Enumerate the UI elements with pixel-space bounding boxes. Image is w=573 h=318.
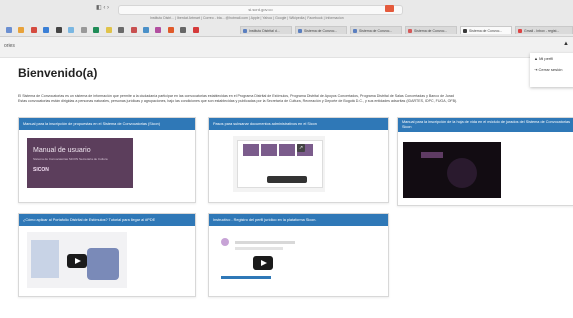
thumbnail-line [235, 247, 283, 250]
favicon-icon [518, 29, 522, 33]
thumbnail-subtitle: Sistema de Convocatorias SiCON Secretarí… [33, 157, 108, 161]
sidebar-toggle-icon[interactable]: ◧ ‹ › [96, 4, 109, 11]
video-card[interactable]: Pasos para subsanar documentos administr… [208, 117, 389, 203]
favicon-icon [298, 29, 302, 33]
tab-label: Sistema de Convoc... [469, 29, 503, 33]
extension-icon[interactable] [385, 5, 394, 12]
logout-label: Cerrar sesión [538, 67, 563, 72]
bookmarks-bar[interactable]: Instituto Distri... | Iberdat Artmart | … [150, 16, 344, 20]
video-card[interactable]: Instructivo - Registro del perfil jurídi… [208, 213, 389, 297]
play-button-icon[interactable] [253, 256, 273, 270]
video-thumbnail[interactable]: Manual de usuario Sistema de Convocatori… [27, 138, 133, 188]
card-title[interactable]: Instructivo - Registro del perfil jurídi… [209, 214, 388, 226]
video-card[interactable]: ¿Cómo aplicar al Portafolio Distrital de… [18, 213, 196, 297]
tab-label: Instituto Distrital d... [249, 29, 280, 33]
user-dropdown-menu: ▲ Mi perfil ⇥ Cerrar sesión [530, 53, 573, 87]
card-title[interactable]: Pasos para subsanar documentos administr… [209, 118, 388, 130]
favicon-icon [243, 29, 247, 33]
thumbnail-text-block [421, 152, 443, 158]
card-title[interactable]: Manual para la inscripción de propuestas… [19, 118, 195, 130]
thumbnail-logo [221, 238, 229, 246]
breadcrumb[interactable]: ories [4, 43, 15, 49]
favicon-icon [353, 29, 357, 33]
my-profile-label: Mi perfil [539, 56, 554, 61]
browser-tab[interactable]: Instituto Distrital d... [240, 26, 292, 34]
browser-tab[interactable]: Sistema de Convoc... [405, 26, 457, 34]
preview-block [261, 144, 277, 156]
thumbnail-figure [447, 158, 477, 188]
video-thumbnail[interactable] [403, 142, 501, 198]
video-card[interactable]: Manual para la inscripción de la hoja de… [397, 117, 573, 206]
tab-label: Sistema de Convoc... [414, 29, 448, 33]
tab-label: Sistema de Convoc... [359, 29, 393, 33]
favicon-icon [408, 29, 412, 33]
browser-chrome: ◧ ‹ › si.scrd.gov.co Instituto Distri...… [0, 0, 573, 37]
browser-tab[interactable]: Sistema de Convoc... [295, 26, 347, 34]
preview-block [279, 144, 295, 156]
video-card[interactable]: Manual para la inscripción de propuestas… [18, 117, 196, 203]
thumbnail-brand: SICON [33, 167, 49, 173]
thumbnail-line [235, 241, 295, 244]
play-button-icon[interactable] [67, 254, 87, 268]
tab-bar: Instituto Distrital d... Sistema de Conv… [0, 26, 573, 35]
video-thumbnail[interactable] [27, 232, 127, 288]
address-bar[interactable]: si.scrd.gov.co [118, 5, 403, 15]
intro-line: Estas convocatorias están dirigidas a pe… [18, 99, 458, 103]
browser-tab[interactable]: Sistema de Convoc... [350, 26, 402, 34]
tab-label: Gmail - Inbox - regist... [524, 29, 560, 33]
preview-block [243, 144, 259, 156]
browser-tab[interactable]: Gmail - Inbox - regist... [515, 26, 573, 34]
video-thumbnail[interactable] [213, 232, 313, 290]
thumbnail-panel [31, 240, 59, 278]
card-title[interactable]: Manual para la inscripción de la hoja de… [398, 118, 573, 132]
logout-item[interactable]: ⇥ Cerrar sesión [530, 64, 573, 75]
app-header [0, 37, 573, 58]
intro-text: El Sistema de Convocatorias es un sistem… [18, 94, 573, 104]
open-external-icon[interactable]: ↗ [297, 144, 305, 152]
page-title: Bienvenido(a) [18, 66, 98, 80]
thumbnail-illustration [87, 248, 119, 280]
my-profile-item[interactable]: ▲ Mi perfil [530, 53, 573, 64]
tab-label: Sistema de Convoc... [304, 29, 338, 33]
card-title[interactable]: ¿Cómo aplicar al Portafolio Distrital de… [19, 214, 195, 226]
favicon-icon [463, 29, 467, 33]
viewer-toolbar[interactable] [267, 176, 307, 183]
user-icon[interactable]: ▲ [563, 41, 569, 47]
browser-tab-active[interactable]: Sistema de Convoc... [460, 26, 512, 34]
thumbnail-heading: Manual de usuario [33, 147, 91, 154]
thumbnail-line [221, 276, 271, 279]
video-thumbnail[interactable] [233, 136, 325, 192]
